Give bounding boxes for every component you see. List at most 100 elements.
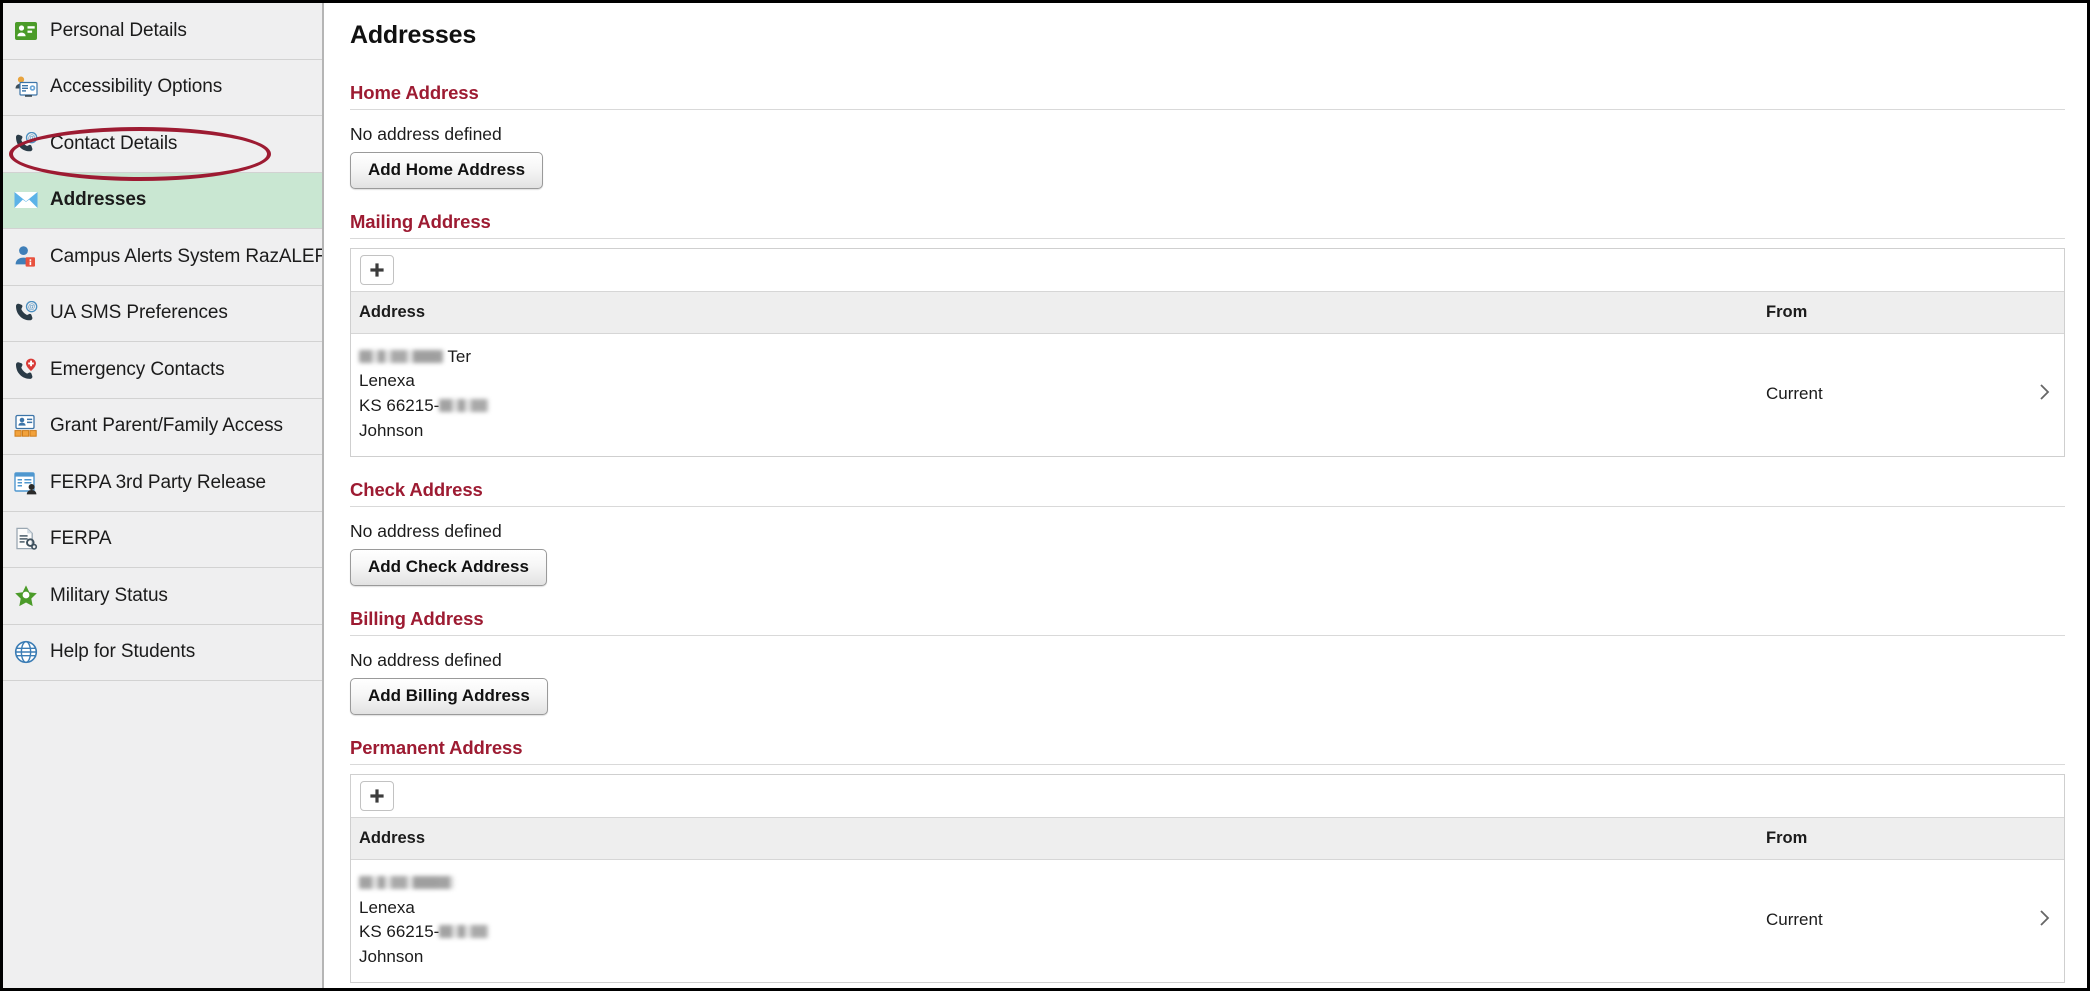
- addresses-page: Personal Details Accessibility Options @…: [0, 0, 2090, 991]
- sms-preferences-icon: @: [11, 299, 41, 327]
- check-address-empty-text: No address defined: [350, 521, 502, 542]
- table-row[interactable]: Lenexa KS 66215- Johnson Current: [351, 859, 2064, 982]
- column-header-address: Address: [351, 816, 1758, 860]
- sidebar-item-label: FERPA: [50, 528, 112, 550]
- mailing-grid-toolbar: [351, 248, 2064, 291]
- sidebar-item-addresses[interactable]: Addresses: [3, 172, 322, 229]
- main-content: Addresses Home Address No address define…: [324, 3, 2087, 988]
- add-permanent-address-button[interactable]: [360, 780, 394, 811]
- permanent-address-cell: Lenexa KS 66215- Johnson: [351, 859, 1758, 982]
- add-billing-address-button[interactable]: Add Billing Address: [350, 678, 548, 715]
- campus-alerts-icon: [11, 243, 41, 271]
- section-mailing-address: Mailing Address Address From Ter Lenexa …: [350, 211, 2075, 458]
- sidebar-item-label: Addresses: [50, 189, 147, 211]
- section-heading-home-address: Home Address: [350, 82, 2065, 110]
- mailing-address-table: Address From Ter Lenexa KS 66215- Johnso…: [351, 290, 2064, 456]
- sidebar-item-label: FERPA 3rd Party Release: [50, 471, 266, 493]
- add-check-address-button[interactable]: Add Check Address: [350, 549, 547, 587]
- ferpa-icon: [11, 525, 41, 553]
- sidebar-item-campus-alerts[interactable]: Campus Alerts System RazALERT: [3, 229, 322, 286]
- section-heading-check-address: Check Address: [350, 479, 2065, 508]
- sidebar-item-label: Contact Details: [50, 132, 178, 154]
- column-header-chevron: [2018, 816, 2064, 860]
- permanent-row-chevron[interactable]: [2018, 859, 2064, 982]
- sidebar-item-label: Help for Students: [50, 641, 196, 663]
- column-header-from: From: [1758, 816, 2018, 860]
- section-heading-permanent-address: Permanent Address: [350, 737, 2065, 765]
- state-zip-prefix: KS 66215-: [359, 922, 440, 942]
- sidebar-item-label: Military Status: [50, 584, 168, 606]
- redacted-zip: [439, 925, 490, 939]
- state-zip-prefix: KS 66215-: [359, 396, 440, 416]
- section-permanent-address: Permanent Address Address From Lenexa KS…: [350, 737, 2075, 984]
- column-header-chevron: [2018, 290, 2064, 334]
- table-header-row: Address From: [351, 816, 2064, 860]
- sidebar-item-contact-details[interactable]: @ Contact Details: [3, 116, 322, 173]
- emergency-contacts-icon: [11, 356, 41, 384]
- sidebar-item-personal-details[interactable]: Personal Details: [3, 3, 322, 60]
- addresses-envelope-icon: [11, 186, 41, 214]
- add-mailing-address-button[interactable]: [360, 254, 394, 285]
- contact-details-icon: @: [11, 130, 41, 158]
- home-address-empty-text: No address defined: [350, 124, 502, 144]
- address-county: Johnson: [359, 946, 424, 966]
- sidebar-item-label: Emergency Contacts: [50, 358, 225, 380]
- plus-icon: [370, 263, 384, 277]
- mailing-row-chevron[interactable]: [2018, 333, 2064, 456]
- help-globe-icon: [11, 638, 41, 666]
- address-line-1: [359, 871, 1758, 896]
- grant-access-icon: [11, 412, 41, 440]
- sidebar-item-label: Campus Alerts System RazALERT: [50, 245, 324, 267]
- sidebar-item-label: UA SMS Preferences: [50, 302, 228, 324]
- table-header-row: Address From: [351, 290, 2064, 334]
- section-heading-billing-address: Billing Address: [350, 608, 2065, 637]
- mailing-address-cell: Ter Lenexa KS 66215- Johnson: [351, 333, 1758, 456]
- sidebar-item-ferpa-3rd-party-release[interactable]: FERPA 3rd Party Release: [3, 455, 322, 512]
- billing-address-empty-text: No address defined: [350, 650, 502, 671]
- sidebar-item-emergency-contacts[interactable]: Emergency Contacts: [3, 342, 322, 399]
- page-title: Addresses: [350, 21, 477, 49]
- section-home-address: Home Address No address defined Add Home…: [350, 82, 2075, 211]
- address-city: Lenexa: [359, 371, 415, 391]
- sidebar-item-label: Grant Parent/Family Access: [50, 415, 283, 437]
- sidebar-item-label: Personal Details: [50, 19, 187, 41]
- address-line-1-suffix: Ter: [447, 346, 472, 366]
- sidebar-item-military-status[interactable]: Military Status: [3, 568, 322, 625]
- permanent-from-cell: Current: [1766, 910, 1823, 930]
- mailing-address-grid: Address From Ter Lenexa KS 66215- Johnso…: [350, 247, 2065, 458]
- accessibility-options-icon: [11, 73, 41, 101]
- personal-details-icon: [11, 17, 41, 45]
- redacted-street: [359, 349, 443, 363]
- column-header-from: From: [1758, 290, 2018, 334]
- ferpa-release-icon: [11, 469, 41, 497]
- table-row[interactable]: Ter Lenexa KS 66215- Johnson Current: [351, 333, 2064, 456]
- plus-icon: [370, 789, 384, 803]
- military-status-icon: [11, 582, 41, 610]
- section-billing-address: Billing Address No address defined Add B…: [350, 608, 2075, 737]
- sidebar-item-accessibility-options[interactable]: Accessibility Options: [3, 60, 322, 116]
- section-check-address: Check Address No address defined Add Che…: [350, 479, 2075, 608]
- add-home-address-button[interactable]: Add Home Address: [350, 152, 544, 189]
- section-heading-mailing-address: Mailing Address: [350, 211, 2065, 239]
- address-line-1: Ter: [359, 345, 1758, 370]
- sidebar-item-help-for-students[interactable]: Help for Students: [3, 625, 322, 681]
- sidebar-navigation: Personal Details Accessibility Options @…: [3, 3, 324, 988]
- address-state-zip: KS 66215-: [359, 920, 1758, 945]
- sidebar-item-grant-parent-family-access[interactable]: Grant Parent/Family Access: [3, 399, 322, 455]
- sidebar-item-ferpa[interactable]: FERPA: [3, 512, 322, 568]
- svg-text:@: @: [28, 133, 36, 142]
- permanent-address-table: Address From Lenexa KS 66215- Johnson Cu…: [351, 816, 2064, 982]
- redacted-zip: [439, 399, 490, 413]
- mailing-from-cell: Current: [1766, 384, 1823, 404]
- chevron-right-icon: [2039, 908, 2051, 933]
- svg-text:@: @: [28, 302, 36, 311]
- address-county: Johnson: [359, 420, 424, 440]
- address-state-zip: KS 66215-: [359, 394, 1758, 419]
- permanent-grid-toolbar: [351, 774, 2064, 817]
- redacted-street: [359, 875, 454, 889]
- address-city: Lenexa: [359, 897, 415, 917]
- chevron-right-icon: [2039, 382, 2051, 407]
- sidebar-item-ua-sms-preferences[interactable]: @ UA SMS Preferences: [3, 286, 322, 342]
- permanent-address-grid: Address From Lenexa KS 66215- Johnson Cu…: [350, 773, 2065, 984]
- sidebar-item-label: Accessibility Options: [50, 76, 223, 98]
